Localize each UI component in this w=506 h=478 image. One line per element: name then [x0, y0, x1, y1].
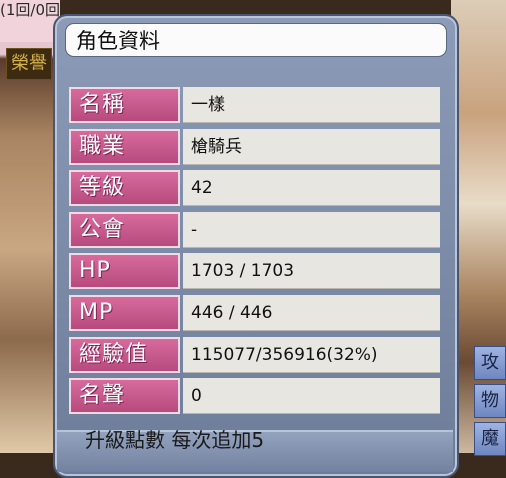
field-value-job: 槍騎兵 [183, 128, 440, 165]
background-honor-badge: 榮譽 [6, 48, 52, 80]
side-tab-physical[interactable]: 物 [474, 384, 506, 418]
field-label-mp: MP [69, 294, 180, 331]
window-title[interactable]: 角色資料 [65, 23, 447, 57]
field-value-guild: - [183, 211, 440, 248]
ability-points-text: 升級點數 每次追加5 [85, 428, 265, 452]
background-left-text: (1回/0回 張/回 [0, 0, 60, 42]
field-value-exp: 115077/356916(32%) [183, 336, 440, 373]
field-label-job: 職業 [69, 128, 180, 165]
field-value-mp: 446 / 446 [183, 294, 440, 331]
field-label-guild: 公會 [69, 211, 180, 248]
field-label-hp: HP [69, 253, 180, 290]
side-tab-magic[interactable]: 魔 [474, 422, 506, 456]
field-label-name: 名稱 [69, 87, 180, 123]
character-info-window: 角色資料 名稱 一樣 職業 槍騎兵 等級 42 公會 - HP 1703 / 1… [53, 14, 459, 478]
side-tab-attack[interactable]: 攻 [474, 346, 506, 380]
field-label-level: 等級 [69, 170, 180, 207]
field-value-hp: 1703 / 1703 [183, 253, 440, 290]
field-value-level: 42 [183, 170, 440, 207]
field-value-name: 一樣 [183, 87, 440, 123]
field-label-fame: 名聲 [69, 378, 180, 415]
field-label-exp: 經驗值 [69, 336, 180, 373]
field-value-fame: 0 [183, 378, 440, 415]
